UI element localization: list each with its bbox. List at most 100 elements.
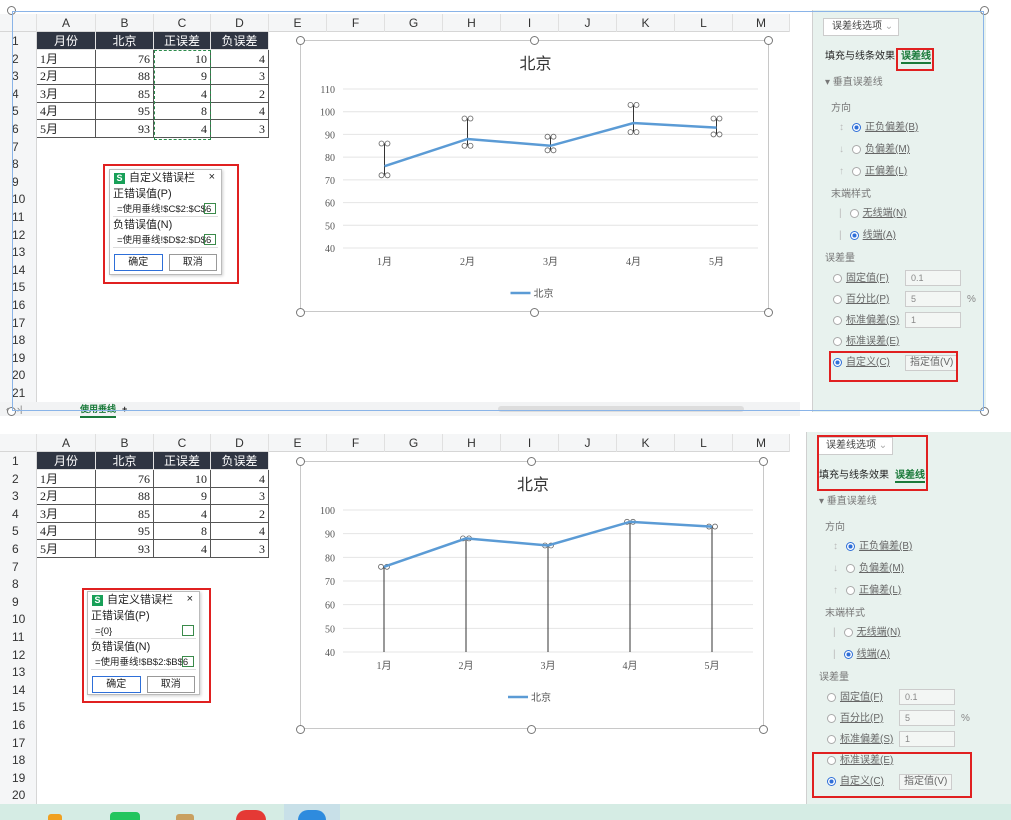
- table-cell[interactable]: 2月: [37, 67, 96, 86]
- row-header[interactable]: 5: [0, 102, 37, 120]
- row-header[interactable]: 7: [0, 138, 37, 156]
- chart-resize-handle[interactable]: [296, 457, 305, 466]
- amount-option[interactable]: 标准偏差(S): [827, 733, 893, 747]
- wechat-icon[interactable]: [110, 812, 140, 820]
- table-cell[interactable]: 4月: [37, 102, 96, 121]
- end-style-option[interactable]: | 线端(A): [839, 229, 896, 243]
- table-cell[interactable]: 4: [211, 49, 269, 68]
- row-header[interactable]: 18: [0, 751, 37, 769]
- table-header-cell[interactable]: 北京: [96, 32, 154, 50]
- table-cell[interactable]: 1月: [37, 49, 96, 68]
- direction-option[interactable]: ↑ 正偏差(L): [839, 165, 907, 179]
- edge-icon[interactable]: [298, 810, 326, 820]
- row-header[interactable]: 7: [0, 558, 37, 576]
- amount-option[interactable]: 标准偏差(S): [833, 314, 899, 328]
- table-cell[interactable]: 5月: [37, 120, 96, 138]
- percent-input[interactable]: 5: [899, 710, 955, 726]
- row-header[interactable]: 12: [0, 226, 37, 244]
- fixed-value-input[interactable]: 0.1: [899, 689, 955, 705]
- table-header-cell[interactable]: 月份: [37, 32, 96, 50]
- col-header[interactable]: F: [327, 434, 385, 452]
- table-cell[interactable]: 10: [154, 469, 211, 488]
- row-header[interactable]: 10: [0, 610, 37, 628]
- chart-resize-handle[interactable]: [527, 725, 536, 734]
- table-cell[interactable]: 95: [96, 522, 154, 541]
- row-header[interactable]: 13: [0, 663, 37, 681]
- col-header[interactable]: M: [733, 434, 790, 452]
- col-header[interactable]: B: [96, 14, 154, 32]
- chart-resize-handle[interactable]: [759, 457, 768, 466]
- select-all-corner[interactable]: [0, 14, 37, 32]
- amount-option[interactable]: 百分比(P): [833, 293, 889, 307]
- col-header[interactable]: A: [37, 14, 96, 32]
- table-cell[interactable]: 4: [211, 102, 269, 121]
- row-header[interactable]: 11: [0, 208, 37, 226]
- table-cell[interactable]: 4月: [37, 522, 96, 541]
- col-header[interactable]: G: [385, 434, 443, 452]
- table-cell[interactable]: 3: [211, 487, 269, 506]
- horizontal-scrollbar[interactable]: [498, 406, 744, 412]
- row-header[interactable]: 12: [0, 646, 37, 664]
- direction-option[interactable]: ↑ 正偏差(L): [833, 584, 901, 598]
- section-vertical-error-bar[interactable]: ▾ 垂直误差线: [825, 76, 883, 90]
- col-header[interactable]: A: [37, 434, 96, 452]
- std-dev-input[interactable]: 1: [905, 312, 961, 328]
- table-cell[interactable]: 3月: [37, 84, 96, 103]
- table-cell[interactable]: 2月: [37, 487, 96, 506]
- row-header[interactable]: 3: [0, 67, 37, 85]
- chart-resize-handle[interactable]: [530, 308, 539, 317]
- table-cell[interactable]: 8: [154, 522, 211, 541]
- row-header[interactable]: 15: [0, 278, 37, 296]
- fixed-value-input[interactable]: 0.1: [905, 270, 961, 286]
- end-style-option[interactable]: | 线端(A): [833, 648, 890, 662]
- col-header[interactable]: K: [617, 434, 675, 452]
- chart-resize-handle[interactable]: [527, 457, 536, 466]
- col-header[interactable]: E: [269, 14, 327, 32]
- table-header-cell[interactable]: 月份: [37, 452, 96, 470]
- row-header[interactable]: 14: [0, 681, 37, 699]
- table-cell[interactable]: 85: [96, 504, 154, 523]
- chart-resize-handle[interactable]: [764, 36, 773, 45]
- col-header[interactable]: J: [559, 434, 617, 452]
- table-cell[interactable]: 3月: [37, 504, 96, 523]
- table-cell[interactable]: 85: [96, 84, 154, 103]
- series-line[interactable]: [384, 121, 717, 168]
- col-header[interactable]: I: [501, 434, 559, 452]
- col-header[interactable]: D: [211, 14, 269, 32]
- chart-resize-handle[interactable]: [296, 36, 305, 45]
- table-cell[interactable]: 4: [154, 504, 211, 523]
- row-header[interactable]: 13: [0, 243, 37, 261]
- row-header[interactable]: 2: [0, 50, 37, 68]
- options-dropdown[interactable]: 误差线选项 ⌄: [823, 18, 899, 36]
- direction-option[interactable]: ↕ 正负偏差(B): [833, 540, 912, 554]
- row-header[interactable]: 4: [0, 85, 37, 103]
- direction-option[interactable]: ↓ 负偏差(M): [833, 562, 904, 576]
- browser-icon[interactable]: [236, 810, 266, 820]
- table-cell[interactable]: 93: [96, 540, 154, 558]
- table-cell[interactable]: 4: [154, 540, 211, 558]
- col-header[interactable]: C: [154, 14, 211, 32]
- table-cell[interactable]: 2: [211, 84, 269, 103]
- col-header[interactable]: H: [443, 14, 501, 32]
- row-header[interactable]: 17: [0, 314, 37, 332]
- col-header[interactable]: L: [675, 434, 733, 452]
- folder-icon[interactable]: [48, 814, 62, 820]
- row-header[interactable]: 21: [0, 384, 37, 402]
- amount-option[interactable]: 标准误差(E): [833, 335, 899, 349]
- col-header[interactable]: J: [559, 14, 617, 32]
- direction-option[interactable]: ↓ 负偏差(M): [839, 143, 910, 157]
- row-header[interactable]: 8: [0, 155, 37, 173]
- line-chart[interactable]: 北京 40 50 60 70 80 90 100 110 1月 2月 3月 4月 5月 北京: [300, 40, 769, 312]
- table-cell[interactable]: 4: [211, 522, 269, 541]
- table-cell[interactable]: 2: [211, 504, 269, 523]
- table-cell[interactable]: 1月: [37, 469, 96, 488]
- col-header[interactable]: H: [443, 434, 501, 452]
- table-cell[interactable]: 5月: [37, 540, 96, 558]
- col-header[interactable]: G: [385, 14, 443, 32]
- percent-input[interactable]: 5: [905, 291, 961, 307]
- col-header[interactable]: I: [501, 14, 559, 32]
- line-chart[interactable]: 北京 40 50 60 70 80 90 100 1月 2月 3月 4月 5月 北京: [300, 461, 764, 729]
- table-header-cell[interactable]: 正误差: [154, 452, 211, 470]
- direction-option[interactable]: ↕ 正负偏差(B): [839, 121, 918, 135]
- chart-resize-handle[interactable]: [764, 308, 773, 317]
